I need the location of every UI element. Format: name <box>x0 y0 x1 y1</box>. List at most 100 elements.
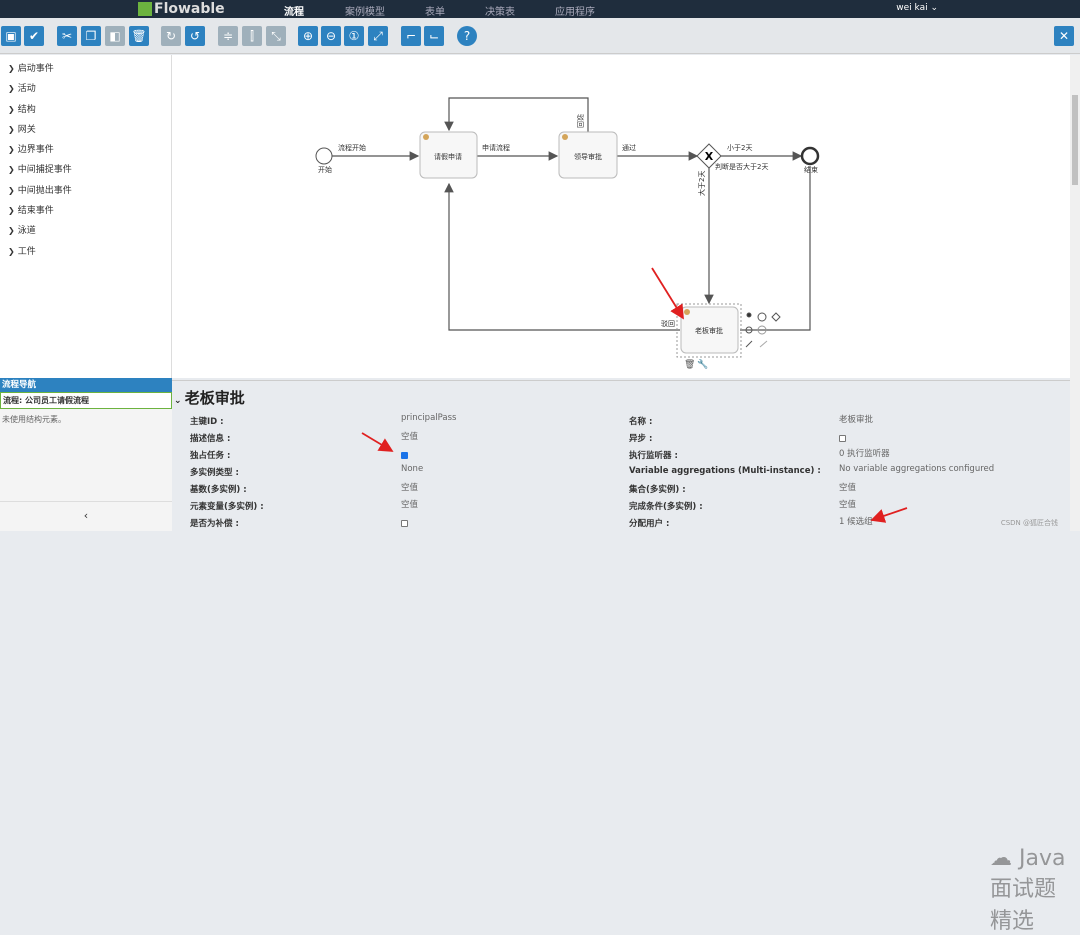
align-vertical-icon[interactable]: ⫿ <box>242 26 262 46</box>
collapse-button[interactable]: ‹ <box>0 501 172 531</box>
property-checkbox[interactable] <box>401 452 408 459</box>
redo-icon[interactable]: ↻ <box>161 26 181 46</box>
add-bendpoint-icon[interactable]: ⌐ <box>401 26 421 46</box>
flow-label: 驳回 <box>661 320 675 328</box>
property-label: 元素变量(多实例) : <box>190 502 264 512</box>
user-menu[interactable]: wei kai ⌄ <box>896 3 938 13</box>
property-label: 名称 : <box>629 417 653 427</box>
undo-icon[interactable]: ↺ <box>185 26 205 46</box>
zoom-out-icon[interactable]: ⊖ <box>321 26 341 46</box>
process-navigator: 流程导航 流程: 公司员工请假流程 未使用结构元素。 ‹ <box>0 378 172 531</box>
property-label: 是否为补偿 : <box>190 519 239 529</box>
palette-group-gateways[interactable]: ❯ 网关 <box>0 120 171 140</box>
bpmn-diagram[interactable]: X 开始 流程开始 请假申请 申请流程 领导审批 驳回 通过 判断是否大于2天 … <box>172 55 1070 378</box>
zoom-actual-icon[interactable]: ① <box>344 26 364 46</box>
end-label: 结束 <box>804 165 818 174</box>
svg-text:X: X <box>705 150 714 163</box>
palette-group-structural[interactable]: ❯ 结构 <box>0 100 171 120</box>
property-value[interactable]: 空值 <box>401 430 418 442</box>
red-annotation-arrow <box>870 507 908 523</box>
property-value[interactable]: 空值 <box>401 498 418 510</box>
gateway-label: 判断是否大于2天 <box>715 162 768 171</box>
property-value[interactable]: 空值 <box>839 481 856 493</box>
same-size-icon[interactable]: ⤡ <box>266 26 286 46</box>
property-label: 异步 : <box>629 434 653 444</box>
flow-label: 大于2天 <box>697 171 706 196</box>
property-label: Variable aggregations (Multi-instance) : <box>629 466 821 476</box>
navigator-process-item[interactable]: 流程: 公司员工请假流程 <box>0 392 172 409</box>
delete-icon[interactable]: 🗑 <box>129 26 149 46</box>
nav-apps[interactable]: 应用程序 <box>555 3 595 18</box>
flow-label: 小于2天 <box>727 143 752 152</box>
property-value[interactable]: 1 候选组 <box>839 515 873 527</box>
property-value[interactable]: 0 执行监听器 <box>839 447 890 459</box>
properties-panel: ⌄ 老板审批 主键ID : principalPass 描述信息 : 空值 独占任务 :… <box>172 380 1070 934</box>
wechat-icon: ☁ <box>990 846 1012 871</box>
nav-process[interactable]: 流程 <box>284 3 304 18</box>
zoom-fit-icon[interactable]: ⤢ <box>368 26 388 46</box>
property-value[interactable]: 空值 <box>839 498 856 510</box>
vertical-scrollbar[interactable] <box>1070 55 1080 531</box>
palette-group-activities[interactable]: ❯ 活动 <box>0 79 171 99</box>
start-event <box>315 147 333 165</box>
properties-title[interactable]: ⌄ 老板审批 <box>174 387 245 408</box>
copy-icon[interactable]: ❐ <box>81 26 101 46</box>
flow-reject-1 <box>444 97 589 132</box>
property-checkbox[interactable] <box>401 520 408 527</box>
flow-boss-end <box>740 166 811 331</box>
red-annotation-arrow <box>361 432 394 452</box>
property-label: 独占任务 : <box>190 451 231 461</box>
flowable-logo[interactable]: Flowable <box>138 1 225 17</box>
property-label: 基数(多实例) : <box>190 485 247 495</box>
task-label: 请假申请 <box>434 152 462 161</box>
navigator-note: 未使用结构元素。 <box>2 415 66 424</box>
shape-palette: ❯ 启动事件 ❯ 活动 ❯ 结构 ❯ 网关 ❯ 边界事件 ❯ 中间捕捉事件 ❯ 中间抛出事件 … <box>0 55 172 378</box>
property-value[interactable]: 老板审批 <box>839 413 873 425</box>
palette-group-throw-events[interactable]: ❯ 中间抛出事件 <box>0 181 171 201</box>
save-icon[interactable]: ▣ <box>1 26 21 46</box>
property-label: 集合(多实例) : <box>629 485 686 495</box>
navigator-title: 流程导航 <box>0 378 172 392</box>
validate-icon[interactable]: ✔ <box>24 26 44 46</box>
wrench-icon[interactable]: 🔧 <box>697 358 708 370</box>
nav-case-model[interactable]: 案例模型 <box>345 3 385 18</box>
property-value[interactable]: None <box>401 464 423 474</box>
palette-group-start-events[interactable]: ❯ 启动事件 <box>0 59 171 79</box>
palette-group-boundary-events[interactable]: ❯ 边界事件 <box>0 140 171 160</box>
property-label: 主键ID : <box>190 417 224 427</box>
property-label: 执行监听器 : <box>629 451 678 461</box>
diagram-canvas[interactable]: X 开始 流程开始 请假申请 申请流程 领导审批 驳回 通过 判断是否大于2天 … <box>172 55 1070 378</box>
red-annotation-arrow <box>651 267 684 320</box>
task-label: 领导审批 <box>574 152 602 161</box>
flow-label: 申请流程 <box>482 143 510 152</box>
nav-decision-tables[interactable]: 决策表 <box>485 3 515 18</box>
palette-group-end-events[interactable]: ❯ 结束事件 <box>0 201 171 221</box>
end-event <box>800 146 820 166</box>
delete-icon[interactable]: 🗑 <box>684 359 695 370</box>
palette-group-artifacts[interactable]: ❯ 工件 <box>0 242 171 262</box>
property-value[interactable]: No variable aggregations configured <box>839 464 994 474</box>
remove-bendpoint-icon[interactable]: ⌙ <box>424 26 444 46</box>
close-button[interactable]: ✕ <box>1054 26 1074 46</box>
property-label: 描述信息 : <box>190 434 231 444</box>
property-label: 完成条件(多实例) : <box>629 502 703 512</box>
zoom-in-icon[interactable]: ⊕ <box>298 26 318 46</box>
property-value[interactable]: 空值 <box>401 481 418 493</box>
flow-reject-2 <box>444 182 680 331</box>
task-label: 老板审批 <box>695 326 723 335</box>
nav-forms[interactable]: 表单 <box>425 3 445 18</box>
flow-label: 通过 <box>622 143 636 152</box>
palette-group-catch-events[interactable]: ❯ 中间捕捉事件 <box>0 160 171 180</box>
paste-icon[interactable]: ◧ <box>105 26 125 46</box>
cut-icon[interactable]: ✂ <box>57 26 77 46</box>
flow-label: 驳回 <box>576 114 584 128</box>
help-icon[interactable]: ? <box>457 26 477 46</box>
property-checkbox[interactable] <box>839 435 846 442</box>
palette-group-swimlanes[interactable]: ❯ 泳道 <box>0 221 171 241</box>
csdn-credit: CSDN @狐匠合钱 <box>1000 519 1058 527</box>
start-label: 开始 <box>318 165 332 174</box>
property-value[interactable]: principalPass <box>401 413 456 423</box>
top-header: Flowable 流程 案例模型 表单 决策表 应用程序 wei kai ⌄ <box>0 0 1080 18</box>
align-horizontal-icon[interactable]: ≑ <box>218 26 238 46</box>
toolbar: ▣ ✔ ✂ ❐ ◧ 🗑 ↻ ↺ ≑ ⫿ ⤡ ⊕ ⊖ ① ⤢ ⌐ ⌙ ? ✕ <box>0 18 1080 54</box>
